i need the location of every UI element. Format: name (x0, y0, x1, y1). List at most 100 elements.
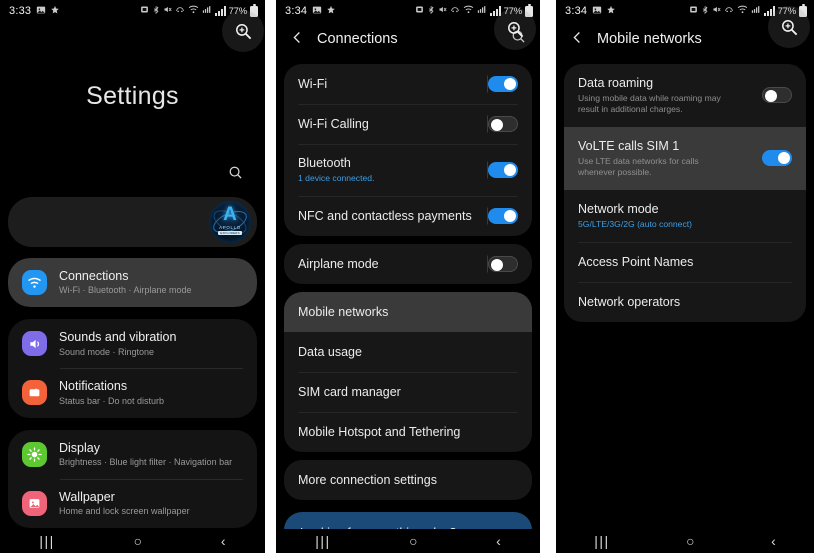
status-left-icons (592, 5, 616, 18)
search-icon[interactable] (511, 29, 526, 49)
settings-search-row (0, 163, 265, 187)
sidebar-item-display[interactable]: Display Brightness · Blue light filter ·… (8, 430, 257, 479)
wifi-icon (463, 5, 474, 17)
volte-toggle[interactable] (762, 150, 792, 167)
status-time: 3:34 (285, 5, 308, 17)
sidebar-item-subtitle: Sound mode · Ringtone (59, 346, 155, 357)
airplane-mode-toggle[interactable] (488, 256, 518, 273)
list-item-label: Access Point Names (578, 254, 694, 269)
status-bar-left: 3:33 77% (0, 0, 265, 22)
sidebar-item-sounds[interactable]: Sounds and vibration Sound mode · Ringto… (8, 319, 257, 368)
three-panel-screenshot: 3:33 77% Settings A APOLLO EXPLORERS Con… (0, 0, 814, 553)
apollo-brand-sub: EXPLORERS (218, 231, 242, 235)
back-arrow-icon[interactable] (290, 30, 305, 48)
list-item-data-usage[interactable]: Data usage (284, 332, 532, 372)
list-item-sim-card-manager[interactable]: SIM card manager (284, 372, 532, 412)
list-item-network-mode[interactable]: Network mode 5G/LTE/3G/2G (auto connect) (564, 190, 806, 242)
list-item-access-point-names[interactable]: Access Point Names (564, 241, 806, 282)
bluetooth-icon (152, 5, 160, 18)
wifi-icon (22, 270, 47, 296)
navigation-bar: ||| ○ ‹ (0, 529, 265, 553)
recents-button[interactable]: ||| (315, 534, 330, 548)
list-item-data-roaming[interactable]: Data roaming Using mobile data while roa… (564, 64, 806, 127)
bluetooth-toggle[interactable] (488, 162, 518, 179)
list-item-label: Mobile networks (298, 304, 389, 319)
panel-divider (265, 0, 276, 553)
status-bar-mid: 3:34 77% (276, 0, 540, 22)
connections-panel: 3:34 77% Connections Wi-Fi Wi-Fi Calling… (276, 0, 540, 553)
mute-icon (163, 5, 172, 17)
list-item-label: Bluetooth (298, 156, 351, 170)
list-item-network-operators[interactable]: Network operators (564, 281, 806, 322)
list-item-label: Network mode (578, 201, 659, 216)
back-button[interactable]: ‹ (221, 534, 226, 548)
signal-icon (214, 6, 226, 16)
back-button[interactable]: ‹ (771, 534, 776, 548)
wifi-calling-toggle[interactable] (488, 116, 518, 132)
list-item-label: More connection settings (298, 472, 437, 487)
list-item-wifi-calling[interactable]: Wi-Fi Calling (284, 104, 532, 144)
navigation-bar: ||| ○ ‹ (556, 529, 814, 553)
home-button[interactable]: ○ (409, 534, 417, 548)
settings-home-panel: 3:33 77% Settings A APOLLO EXPLORERS Con… (0, 0, 265, 553)
settings-group-connections: Connections Wi-Fi · Bluetooth · Airplane… (8, 258, 257, 308)
sidebar-item-subtitle: Status bar · Do not disturb (59, 395, 165, 406)
recents-button[interactable]: ||| (39, 534, 54, 548)
list-item-airplane-mode[interactable]: Airplane mode (284, 244, 532, 284)
list-item-nfc[interactable]: NFC and contactless payments (284, 196, 532, 236)
list-item-wifi[interactable]: Wi-Fi (284, 64, 532, 104)
sidebar-item-subtitle: Home and lock screen wallpaper (59, 506, 190, 517)
nfc-icon (450, 5, 460, 17)
bluetooth-icon (427, 5, 435, 18)
account-card[interactable]: A APOLLO EXPLORERS (8, 197, 257, 247)
sidebar-item-connections[interactable]: Connections Wi-Fi · Bluetooth · Airplane… (8, 258, 257, 308)
list-item-volte-calls-sim1[interactable]: VoLTE calls SIM 1 Use LTE data networks … (564, 126, 806, 190)
list-item-bluetooth[interactable]: Bluetooth 1 device connected. (284, 144, 532, 196)
home-button[interactable]: ○ (134, 534, 142, 548)
list-item-label: Wi-Fi (298, 76, 328, 91)
home-button[interactable]: ○ (686, 534, 694, 548)
image-icon (36, 5, 46, 18)
status-right-icons: 77% (689, 3, 807, 18)
status-left-icons (36, 5, 60, 18)
nfc-icon (175, 5, 185, 17)
status-right-icons: 77% (140, 3, 258, 18)
sidebar-item-notifications[interactable]: Notifications Status bar · Do not distur… (8, 368, 257, 417)
battery-percent: 77% (503, 5, 523, 17)
back-button[interactable]: ‹ (496, 534, 501, 548)
battery-percent: 77% (777, 5, 797, 17)
status-time: 3:33 (9, 5, 32, 17)
list-item-label: Wi-Fi Calling (298, 116, 369, 131)
list-item-label: NFC and contactless payments (298, 208, 472, 223)
list-item-subtitle: 1 device connected. (298, 173, 375, 184)
sidebar-item-subtitle: Brightness · Blue light filter · Navigat… (59, 456, 233, 467)
sidebar-item-label: Wallpaper (59, 489, 115, 504)
list-item-mobile-networks[interactable]: Mobile networks (284, 292, 532, 333)
display-icon (22, 441, 47, 467)
wifi-toggle[interactable] (488, 76, 518, 92)
list-item-label: Data roaming (578, 76, 654, 90)
recents-button[interactable]: ||| (594, 534, 609, 548)
mobile-networks-panel: 3:34 77% Mobile networks Data roaming Us… (556, 0, 814, 553)
search-icon[interactable] (228, 165, 243, 185)
panel-divider-2 (540, 0, 556, 553)
notification-icon (22, 380, 47, 406)
battery-icon (799, 3, 807, 17)
back-arrow-icon[interactable] (570, 30, 585, 48)
sidebar-item-wallpaper[interactable]: Wallpaper Home and lock screen wallpaper (8, 478, 257, 528)
battery-icon (250, 3, 258, 17)
connections-toggle-card: Wi-Fi Wi-Fi Calling Bluetooth 1 device c… (284, 64, 532, 237)
nfc-toggle[interactable] (488, 208, 518, 225)
battery-percent: 77% (228, 5, 248, 17)
sound-icon (22, 331, 47, 357)
wifi-icon (737, 5, 748, 17)
list-item-label: SIM card manager (298, 384, 401, 399)
list-item-more-connection-settings[interactable]: More connection settings (284, 460, 532, 500)
status-right-icons: 77% (415, 3, 533, 18)
avatar[interactable]: A APOLLO EXPLORERS (209, 201, 251, 243)
list-item-label: Airplane mode (298, 256, 379, 271)
list-item-label: Network operators (578, 294, 681, 309)
data-roaming-toggle[interactable] (762, 87, 792, 104)
mute-icon (438, 5, 447, 17)
list-item-mobile-hotspot[interactable]: Mobile Hotspot and Tethering (284, 412, 532, 452)
